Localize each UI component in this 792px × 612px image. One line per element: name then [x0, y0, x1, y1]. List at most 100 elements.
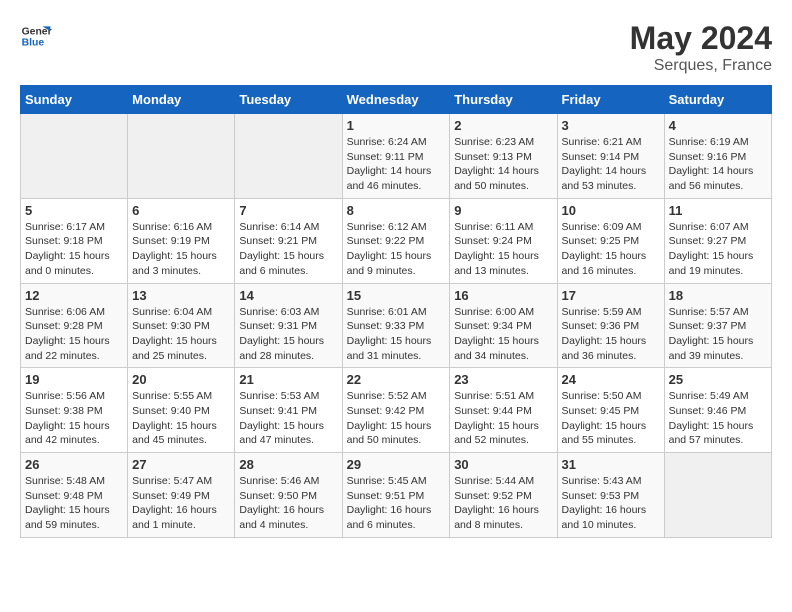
day-info: Sunrise: 6:00 AM Sunset: 9:34 PM Dayligh… — [454, 305, 552, 364]
calendar-cell: 23 Sunrise: 5:51 AM Sunset: 9:44 PM Dayli… — [450, 368, 557, 453]
calendar-cell: 21 Sunrise: 5:53 AM Sunset: 9:41 PM Dayli… — [235, 368, 342, 453]
day-info: Sunrise: 6:12 AM Sunset: 9:22 PM Dayligh… — [347, 220, 446, 279]
week-row-2: 5 Sunrise: 6:17 AM Sunset: 9:18 PM Daylig… — [21, 198, 772, 283]
calendar-cell: 17Sunrise: 5:59 AM Sunset: 9:36 PM Dayli… — [557, 283, 664, 368]
day-number: 15 — [347, 288, 446, 303]
day-number: 19 — [25, 372, 123, 387]
day-number: 10 — [562, 203, 660, 218]
week-row-3: 12 Sunrise: 6:06 AM Sunset: 9:28 PM Dayli… — [21, 283, 772, 368]
day-info: Sunrise: 5:52 AM Sunset: 9:42 PM Dayligh… — [347, 389, 446, 448]
week-row-5: 26 Sunrise: 5:48 AM Sunset: 9:48 PM Dayli… — [21, 453, 772, 538]
day-number: 23 — [454, 372, 552, 387]
page-header: General Blue May 2024 Serques, France — [20, 20, 772, 75]
day-info: Sunrise: 6:03 AM Sunset: 9:31 PM Dayligh… — [239, 305, 337, 364]
calendar-cell: 7Sunrise: 6:14 AM Sunset: 9:21 PM Daylig… — [235, 198, 342, 283]
day-number: 12 — [25, 288, 123, 303]
calendar-cell: 18 Sunrise: 5:57 AM Sunset: 9:37 PM Dayli… — [664, 283, 771, 368]
calendar-cell: 1 Sunrise: 6:24 AM Sunset: 9:11 PM Daylig… — [342, 114, 450, 199]
day-info: Sunrise: 6:01 AM Sunset: 9:33 PM Dayligh… — [347, 305, 446, 364]
day-info: Sunrise: 6:04 AM Sunset: 9:30 PM Dayligh… — [132, 305, 230, 364]
calendar-cell: 20 Sunrise: 5:55 AM Sunset: 9:40 PM Dayli… — [128, 368, 235, 453]
calendar-cell — [128, 114, 235, 199]
header-friday: Friday — [557, 86, 664, 114]
calendar-cell: 13 Sunrise: 6:04 AM Sunset: 9:30 PM Dayli… — [128, 283, 235, 368]
day-info: Sunrise: 5:44 AM Sunset: 9:52 PM Dayligh… — [454, 474, 552, 533]
calendar-cell — [664, 453, 771, 538]
day-number: 28 — [239, 457, 337, 472]
day-number: 30 — [454, 457, 552, 472]
day-number: 14 — [239, 288, 337, 303]
day-number: 4 — [669, 118, 767, 133]
day-info: Sunrise: 5:55 AM Sunset: 9:40 PM Dayligh… — [132, 389, 230, 448]
day-info: Sunrise: 5:56 AM Sunset: 9:38 PM Dayligh… — [25, 389, 123, 448]
day-number: 16 — [454, 288, 552, 303]
day-number: 13 — [132, 288, 230, 303]
day-number: 26 — [25, 457, 123, 472]
day-info: Sunrise: 5:49 AM Sunset: 9:46 PM Dayligh… — [669, 389, 767, 448]
day-info: Sunrise: 5:59 AM Sunset: 9:36 PM Dayligh… — [562, 305, 660, 364]
day-number: 20 — [132, 372, 230, 387]
calendar-cell: 29 Sunrise: 5:45 AM Sunset: 9:51 PM Dayli… — [342, 453, 450, 538]
day-number: 31 — [562, 457, 660, 472]
day-info: Sunrise: 6:07 AM Sunset: 9:27 PM Dayligh… — [669, 220, 767, 279]
day-number: 18 — [669, 288, 767, 303]
day-number: 29 — [347, 457, 446, 472]
day-info: Sunrise: 5:53 AM Sunset: 9:41 PM Dayligh… — [239, 389, 337, 448]
calendar-cell: 19 Sunrise: 5:56 AM Sunset: 9:38 PM Dayli… — [21, 368, 128, 453]
logo-icon: General Blue — [20, 20, 52, 52]
day-number: 9 — [454, 203, 552, 218]
day-number: 27 — [132, 457, 230, 472]
calendar-header-row: SundayMondayTuesdayWednesdayThursdayFrid… — [21, 86, 772, 114]
day-number: 3 — [562, 118, 660, 133]
day-number: 24 — [562, 372, 660, 387]
calendar-cell: 30 Sunrise: 5:44 AM Sunset: 9:52 PM Dayli… — [450, 453, 557, 538]
day-info: Sunrise: 6:24 AM Sunset: 9:11 PM Dayligh… — [347, 135, 446, 194]
day-info: Sunrise: 6:19 AM Sunset: 9:16 PM Dayligh… — [669, 135, 767, 194]
header-wednesday: Wednesday — [342, 86, 450, 114]
calendar-cell: 2 Sunrise: 6:23 AM Sunset: 9:13 PM Daylig… — [450, 114, 557, 199]
day-info: Sunrise: 5:43 AM Sunset: 9:53 PM Dayligh… — [562, 474, 660, 533]
day-info: Sunrise: 6:23 AM Sunset: 9:13 PM Dayligh… — [454, 135, 552, 194]
calendar-cell: 28 Sunrise: 5:46 AM Sunset: 9:50 PM Dayli… — [235, 453, 342, 538]
day-number: 1 — [347, 118, 446, 133]
day-number: 6 — [132, 203, 230, 218]
svg-text:Blue: Blue — [22, 38, 45, 49]
day-info: Sunrise: 6:09 AM Sunset: 9:25 PM Dayligh… — [562, 220, 660, 279]
day-info: Sunrise: 5:48 AM Sunset: 9:48 PM Dayligh… — [25, 474, 123, 533]
calendar-cell: 24 Sunrise: 5:50 AM Sunset: 9:45 PM Dayli… — [557, 368, 664, 453]
day-info: Sunrise: 5:45 AM Sunset: 9:51 PM Dayligh… — [347, 474, 446, 533]
calendar-cell: 4 Sunrise: 6:19 AM Sunset: 9:16 PM Daylig… — [664, 114, 771, 199]
calendar-cell: 25 Sunrise: 5:49 AM Sunset: 9:46 PM Dayli… — [664, 368, 771, 453]
day-info: Sunrise: 6:17 AM Sunset: 9:18 PM Dayligh… — [25, 220, 123, 279]
day-info: Sunrise: 5:46 AM Sunset: 9:50 PM Dayligh… — [239, 474, 337, 533]
day-info: Sunrise: 5:47 AM Sunset: 9:49 PM Dayligh… — [132, 474, 230, 533]
calendar-cell: 14 Sunrise: 6:03 AM Sunset: 9:31 PM Dayli… — [235, 283, 342, 368]
month-year-title: May 2024 — [630, 20, 772, 57]
day-number: 22 — [347, 372, 446, 387]
day-info: Sunrise: 6:06 AM Sunset: 9:28 PM Dayligh… — [25, 305, 123, 364]
day-info: Sunrise: 6:14 AM Sunset: 9:21 PM Dayligh… — [239, 220, 337, 279]
calendar-cell: 16 Sunrise: 6:00 AM Sunset: 9:34 PM Dayli… — [450, 283, 557, 368]
calendar-cell: 15 Sunrise: 6:01 AM Sunset: 9:33 PM Dayli… — [342, 283, 450, 368]
day-info: Sunrise: 5:51 AM Sunset: 9:44 PM Dayligh… — [454, 389, 552, 448]
calendar-cell: 11Sunrise: 6:07 AM Sunset: 9:27 PM Dayli… — [664, 198, 771, 283]
day-info: Sunrise: 5:57 AM Sunset: 9:37 PM Dayligh… — [669, 305, 767, 364]
calendar-cell: 9Sunrise: 6:11 AM Sunset: 9:24 PM Daylig… — [450, 198, 557, 283]
calendar-cell: 10 Sunrise: 6:09 AM Sunset: 9:25 PM Dayli… — [557, 198, 664, 283]
day-info: Sunrise: 6:21 AM Sunset: 9:14 PM Dayligh… — [562, 135, 660, 194]
title-block: May 2024 Serques, France — [630, 20, 772, 75]
day-number: 2 — [454, 118, 552, 133]
day-number: 21 — [239, 372, 337, 387]
calendar-cell: 26 Sunrise: 5:48 AM Sunset: 9:48 PM Dayli… — [21, 453, 128, 538]
calendar-cell: 31 Sunrise: 5:43 AM Sunset: 9:53 PM Dayli… — [557, 453, 664, 538]
header-sunday: Sunday — [21, 86, 128, 114]
calendar-cell: 27 Sunrise: 5:47 AM Sunset: 9:49 PM Dayli… — [128, 453, 235, 538]
header-monday: Monday — [128, 86, 235, 114]
day-info: Sunrise: 5:50 AM Sunset: 9:45 PM Dayligh… — [562, 389, 660, 448]
day-number: 5 — [25, 203, 123, 218]
day-number: 25 — [669, 372, 767, 387]
calendar-cell: 12 Sunrise: 6:06 AM Sunset: 9:28 PM Dayli… — [21, 283, 128, 368]
week-row-1: 1 Sunrise: 6:24 AM Sunset: 9:11 PM Daylig… — [21, 114, 772, 199]
calendar-cell: 8Sunrise: 6:12 AM Sunset: 9:22 PM Daylig… — [342, 198, 450, 283]
week-row-4: 19 Sunrise: 5:56 AM Sunset: 9:38 PM Dayli… — [21, 368, 772, 453]
